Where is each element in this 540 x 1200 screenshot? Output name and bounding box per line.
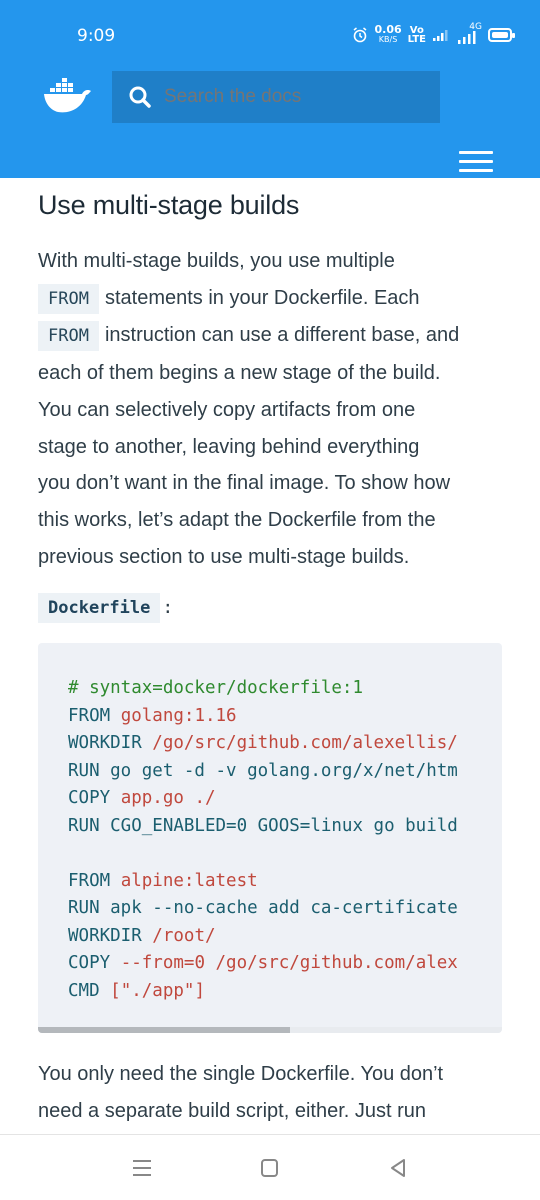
signal-4g: 4G xyxy=(456,22,482,46)
para-text: each of them begins a new stage of the b… xyxy=(38,362,441,385)
net-speed: 0.06 KB/S xyxy=(374,24,401,45)
file-label: Dockerfile: xyxy=(38,593,508,624)
code-value: alpine:latest xyxy=(120,870,258,891)
search-box[interactable] xyxy=(112,71,440,123)
code-line: COPY app.go ./ xyxy=(68,785,458,813)
code-line: WORKDIR /root/ xyxy=(68,923,458,951)
para-line: FROM statements in your Dockerfile. Each xyxy=(38,280,508,318)
back-icon[interactable] xyxy=(388,1158,408,1178)
code-block[interactable]: # syntax=docker/dockerfile:1 FROM golang:… xyxy=(38,643,502,1033)
battery-icon xyxy=(488,28,515,42)
file-name: Dockerfile xyxy=(38,593,161,624)
para-text: You only need the single Dockerfile. You… xyxy=(38,1063,444,1085)
para-line: stage to another, leaving behind everyth… xyxy=(38,429,508,466)
status-bar: 9:09 0.06 KB/S Vo LTE 4G xyxy=(0,0,540,70)
code-keyword: FROM xyxy=(68,870,121,891)
code-line: RUN apk --no-cache add ca-certificate xyxy=(68,895,458,923)
code-keyword: COPY xyxy=(68,953,121,973)
code-keyword: WORKDIR xyxy=(68,925,153,946)
code-value: --from=0 /go/src/github.com/alex xyxy=(120,953,458,973)
network-type: 4G xyxy=(469,22,482,32)
net-speed-unit: KB/S xyxy=(378,35,398,44)
top-header: 9:09 0.06 KB/S Vo LTE 4G xyxy=(0,0,540,178)
code-line: FROM golang:1.16 xyxy=(68,703,458,731)
para-line: With multi-stage builds, you use multipl… xyxy=(38,243,508,280)
docker-whale-icon[interactable] xyxy=(42,78,94,116)
code-keyword: RUN apk --no-cache add ca-certificate xyxy=(68,898,458,918)
para-text: instruction can use a different base, an… xyxy=(104,324,460,347)
signal-icon xyxy=(433,30,448,41)
alarm-icon xyxy=(354,27,367,43)
scrollbar-thumb[interactable] xyxy=(38,1027,290,1033)
code-line: WORKDIR /go/src/github.com/alexellis/ xyxy=(68,730,458,758)
para-text: stage to another, leaving behind everyth… xyxy=(38,435,420,458)
volte-bottom: LTE xyxy=(407,34,426,45)
para-line: you don’t want in the final image. To sh… xyxy=(38,465,508,502)
horizontal-scrollbar[interactable] xyxy=(38,1027,502,1033)
search-input[interactable] xyxy=(164,86,424,108)
code-line: RUN go get -d -v golang.org/x/net/htm xyxy=(68,758,458,786)
recent-apps-icon[interactable] xyxy=(133,1160,151,1176)
para-line: each of them begins a new stage of the b… xyxy=(38,355,508,392)
code-value: /root/ xyxy=(152,925,216,946)
code-line: COPY --from=0 /go/src/github.com/alex xyxy=(68,950,458,978)
code-value: ["./app"] xyxy=(110,980,205,1001)
code-value: golang:1.16 xyxy=(120,705,237,726)
code-keyword: COPY xyxy=(68,788,121,808)
search-icon xyxy=(129,86,151,108)
home-icon[interactable] xyxy=(261,1159,278,1177)
para-line: this works, let’s adapt the Dockerfile f… xyxy=(38,502,508,539)
hamburger-menu-icon[interactable] xyxy=(459,151,493,177)
code-line: RUN CGO_ENABLED=0 GOOS=linux go build xyxy=(68,813,458,841)
intro-paragraph: With multi-stage builds, you use multipl… xyxy=(38,243,508,575)
file-colon: : xyxy=(162,597,174,619)
code-keyword: RUN go get -d -v golang.org/x/net/htm xyxy=(68,760,458,781)
para-text: this works, let’s adapt the Dockerfile f… xyxy=(38,508,436,531)
para-text: previous section to use multi-stage buil… xyxy=(38,545,410,568)
para-text: you don’t want in the final image. To sh… xyxy=(38,472,451,495)
page-title: Use multi-stage builds xyxy=(38,190,300,220)
code-keyword: FROM xyxy=(68,705,121,726)
code-line: CMD ["./app"] xyxy=(68,978,458,1006)
para-line: previous section to use multi-stage buil… xyxy=(38,539,508,576)
para-text: statements in your Dockerfile. Each xyxy=(104,286,420,309)
following-paragraph: You only need the single Dockerfile. You… xyxy=(38,1056,508,1130)
inline-code-from: FROM xyxy=(38,283,99,314)
code-value: app.go ./ xyxy=(120,788,216,808)
system-nav-bar xyxy=(0,1134,540,1200)
status-time: 9:09 xyxy=(77,26,116,46)
code-keyword: RUN CGO_ENABLED=0 GOOS=linux go build xyxy=(68,815,458,836)
code-keyword: CMD xyxy=(68,980,111,1001)
volte-indicator: Vo LTE xyxy=(407,26,426,45)
code-keyword: # syntax=docker/dockerfile:1 xyxy=(68,678,364,698)
para-text: You can selectively copy artifacts from … xyxy=(38,398,416,421)
code-line: FROM alpine:latest xyxy=(68,868,458,896)
article-content: Use multi-stage builds With multi-stage … xyxy=(38,178,508,624)
status-icons: 0.06 KB/S Vo LTE 4G xyxy=(352,22,515,48)
para-line: FROM instruction can use a different base… xyxy=(38,317,508,355)
para-text: With multi-stage builds, you use multipl… xyxy=(38,250,395,272)
para-line: You can selectively copy artifacts from … xyxy=(38,392,508,429)
code-keyword: WORKDIR xyxy=(68,733,153,753)
code-line: # syntax=docker/dockerfile:1 xyxy=(68,675,458,703)
code-value: /go/src/github.com/alexellis/ xyxy=(152,733,458,753)
code-lines: # syntax=docker/dockerfile:1 FROM golang:… xyxy=(68,675,458,1005)
inline-code-from: FROM xyxy=(38,321,99,352)
para-text: need a separate build script, either. Ju… xyxy=(38,1100,427,1122)
